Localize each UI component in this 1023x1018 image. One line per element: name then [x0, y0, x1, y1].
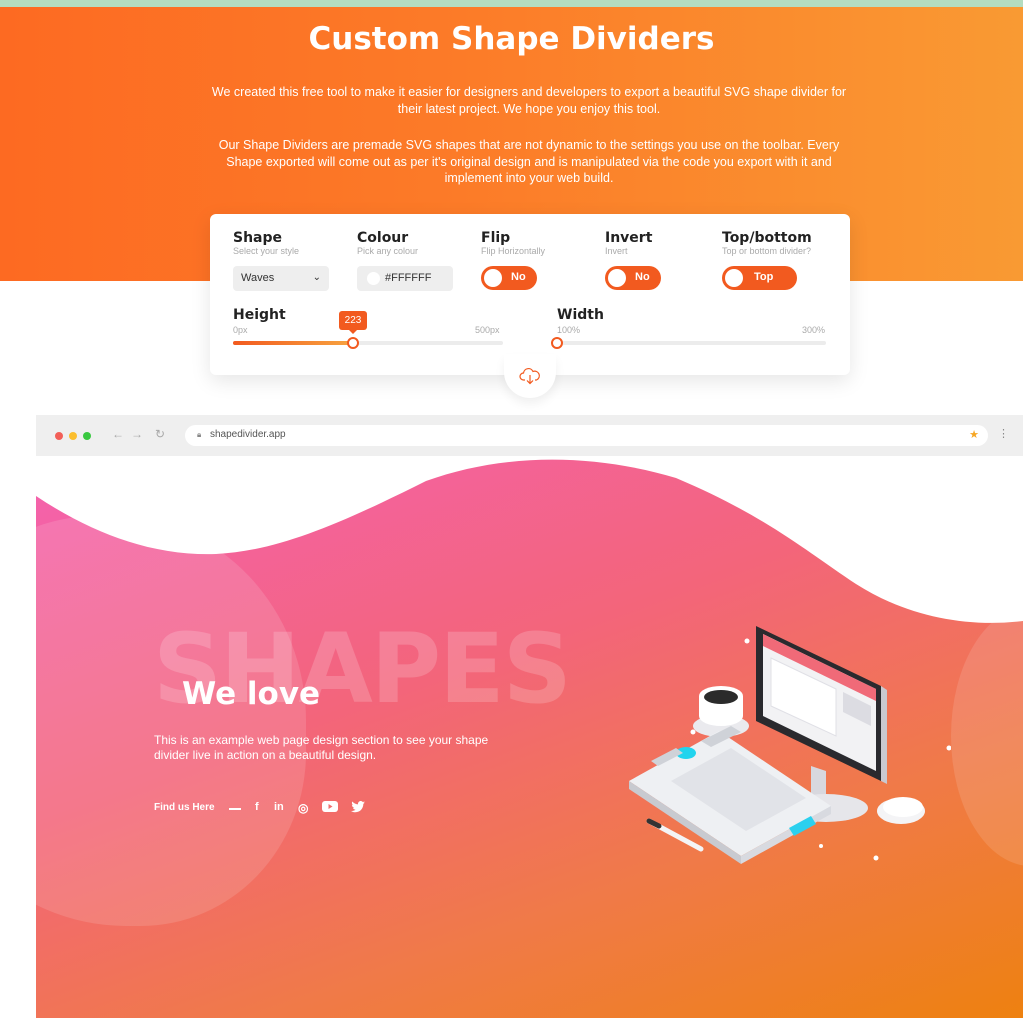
flip-label: Flip	[481, 230, 511, 246]
youtube-icon[interactable]	[322, 801, 338, 815]
topbottom-toggle-state: Top	[754, 271, 774, 283]
back-arrow-icon[interactable]: ←	[112, 427, 124, 441]
address-url: shapedivider.app	[210, 429, 286, 440]
forward-arrow-icon[interactable]: →	[131, 427, 143, 441]
flip-toggle-state: No	[511, 271, 526, 283]
colour-label: Colour	[357, 230, 409, 246]
preview-headline: We love	[182, 676, 321, 712]
colour-sublabel: Pick any colour	[357, 246, 419, 256]
browser-chrome: ← → ↻ 🔒︎ shapedivider.app ★ ⋮	[36, 415, 1023, 456]
instagram-icon[interactable]: ◎	[298, 801, 308, 815]
flip-control: Flip Flip Horizontally	[481, 230, 545, 256]
close-dot-icon	[55, 432, 63, 440]
download-button[interactable]	[504, 354, 556, 398]
width-max: 300%	[802, 325, 826, 335]
height-slider-fill	[233, 341, 353, 345]
height-slider[interactable]: 223	[233, 311, 503, 349]
minimize-dot-icon	[69, 432, 77, 440]
page-title: Custom Shape Dividers	[308, 21, 715, 57]
desk-illustration	[629, 626, 951, 864]
more-menu-icon[interactable]: ⋮	[998, 427, 1009, 440]
invert-sublabel: Invert	[605, 246, 628, 256]
preview-stage: SHAPES We love This is an example web pa…	[36, 456, 1023, 1018]
toggle-knob	[725, 269, 743, 287]
reload-icon[interactable]: ↻	[155, 427, 165, 441]
lock-icon: 🔒︎	[197, 430, 202, 439]
colour-picker[interactable]: #FFFFFF	[357, 266, 453, 291]
facebook-icon[interactable]: f	[255, 801, 259, 813]
settings-toolbar: Shape Select your style Waves ⌄ Colour P…	[210, 214, 850, 375]
cloud-download-icon	[519, 368, 540, 385]
preview-browser: ← → ↻ 🔒︎ shapedivider.app ★ ⋮ SHAPES We …	[36, 415, 1023, 1018]
topbottom-sublabel: Top or bottom divider?	[722, 246, 812, 256]
flip-sublabel: Flip Horizontally	[481, 246, 546, 256]
shape-select[interactable]: Waves ⌄	[233, 266, 329, 291]
maximize-dot-icon	[83, 432, 91, 440]
topbottom-control: Top/bottom Top or bottom divider?	[722, 230, 812, 256]
linkedin-icon[interactable]: in	[274, 801, 284, 813]
top-strip	[0, 0, 1023, 7]
invert-toggle-state: No	[635, 271, 650, 283]
colour-swatch	[367, 272, 380, 285]
height-value-bubble: 223	[339, 311, 367, 334]
address-bar[interactable]: 🔒︎ shapedivider.app ★	[185, 425, 988, 446]
flip-toggle[interactable]: No	[481, 266, 537, 290]
invert-toggle[interactable]: No	[605, 266, 661, 290]
height-min: 0px	[233, 325, 248, 335]
width-slider[interactable]	[551, 337, 826, 349]
chevron-down-icon: ⌄	[312, 272, 321, 283]
width-min: 100%	[557, 325, 581, 335]
find-us-label: Find us Here	[154, 802, 215, 813]
width-label: Width	[557, 307, 604, 323]
toggle-knob	[484, 269, 502, 287]
star-icon[interactable]: ★	[969, 428, 979, 441]
height-max: 500px	[475, 325, 500, 335]
colour-control: Colour Pick any colour	[357, 230, 418, 256]
divider-dash	[229, 808, 241, 810]
twitter-icon[interactable]	[351, 801, 365, 816]
shape-control: Shape Select your style	[233, 230, 299, 256]
shape-sublabel: Select your style	[233, 246, 300, 256]
topbottom-toggle[interactable]: Top	[722, 266, 797, 290]
height-label: Height	[233, 307, 286, 323]
preview-body-text: This is an example web page design secti…	[154, 733, 489, 762]
invert-label: Invert	[605, 230, 653, 246]
height-slider-thumb[interactable]	[347, 337, 359, 349]
topbottom-label: Top/bottom	[722, 230, 812, 246]
colour-value: #FFFFFF	[385, 272, 432, 284]
invert-control: Invert Invert	[605, 230, 652, 256]
width-slider-thumb[interactable]	[551, 337, 563, 349]
toggle-knob	[608, 269, 626, 287]
intro-paragraph-2: Our Shape Dividers are premade SVG shape…	[218, 138, 840, 185]
intro-paragraph: We created this free tool to make it eas…	[211, 85, 847, 116]
shape-label: Shape	[233, 230, 283, 246]
shape-select-value: Waves	[241, 272, 275, 284]
